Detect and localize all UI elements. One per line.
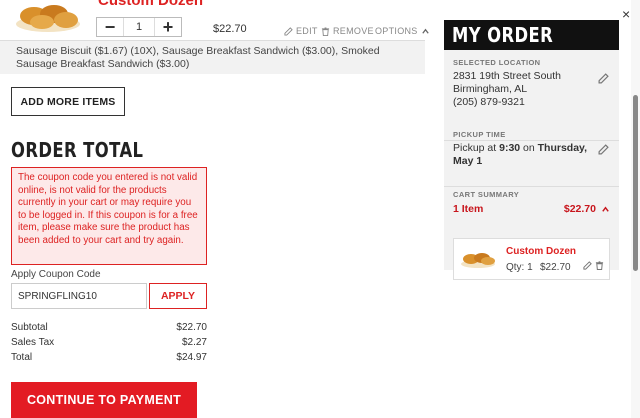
- location-phone: (205) 879-9321: [453, 96, 525, 108]
- chevron-up-icon: [421, 28, 429, 34]
- my-order-title-text: MY ORDER: [452, 23, 554, 47]
- cart-summary-toggle[interactable]: 1 Item $22.70: [453, 203, 610, 215]
- my-order-panel: MY ORDER SELECTED LOCATION 2831 19th Str…: [444, 20, 619, 280]
- cart-item-count: 1 Item: [453, 203, 484, 215]
- food-thumbnail: [461, 253, 495, 268]
- chevron-up-icon: [602, 206, 609, 212]
- coupon-error-message: The coupon code you entered is not valid…: [11, 167, 207, 265]
- sales-tax-row: Sales Tax $2.27: [11, 335, 207, 350]
- cart-summary-item: Custom Dozen Qty: 1 $22.70: [453, 238, 610, 280]
- checkout-page: Custom Dozen − 1 + $22.70 EDIT REMOVE OP…: [0, 0, 640, 418]
- pickup-time-text: Pickup at 9:30 on Thursday, May 1: [453, 142, 610, 168]
- cart-item-actions: [583, 261, 604, 270]
- total-value: $24.97: [176, 352, 207, 363]
- edit-location-pencil-icon[interactable]: [598, 73, 609, 84]
- order-total-heading: ORDER TOTAL: [11, 138, 144, 162]
- add-more-items-button[interactable]: ADD MORE ITEMS: [11, 87, 125, 116]
- my-order-title: MY ORDER: [444, 20, 619, 50]
- cart-total: $22.70: [563, 203, 596, 215]
- edit-label: EDIT: [296, 26, 318, 36]
- coupon-code-input[interactable]: [11, 283, 147, 309]
- subtotal-label: Subtotal: [11, 322, 48, 333]
- sales-tax-label: Sales Tax: [11, 337, 55, 348]
- edit-pickup-pencil-icon[interactable]: [598, 144, 609, 155]
- quantity-stepper: − 1 +: [96, 17, 182, 37]
- cart-line-item: Custom Dozen − 1 + $22.70 EDIT REMOVE OP…: [0, 0, 429, 40]
- increase-quantity-button[interactable]: +: [155, 17, 181, 37]
- item-price: $22.70: [213, 23, 247, 35]
- cart-item-name: Custom Dozen: [506, 246, 576, 257]
- pickup-prefix: Pickup at: [453, 142, 500, 154]
- pencil-icon: [284, 26, 293, 36]
- pickup-title: PICKUP TIME: [453, 130, 506, 139]
- pickup-time-section: PICKUP TIME Pickup at 9:30 on Thursday, …: [444, 130, 619, 187]
- cart-total-wrap: $22.70: [564, 203, 610, 215]
- continue-to-payment-button[interactable]: CONTINUE TO PAYMENT: [11, 382, 197, 418]
- remove-button[interactable]: REMOVE: [321, 26, 374, 36]
- sales-tax-value: $2.27: [181, 337, 207, 348]
- trash-icon: [321, 26, 330, 36]
- food-thumbnail: [16, 5, 80, 32]
- close-icon[interactable]: ×: [622, 6, 630, 22]
- scrollbar-thumb[interactable]: [633, 95, 638, 271]
- totals-list: Subtotal $22.70 Sales Tax $2.27 Total $2…: [11, 320, 207, 365]
- apply-coupon-button[interactable]: APPLY: [149, 283, 207, 309]
- item-options-details: Sausage Biscuit ($1.67) (10X), Sausage B…: [0, 40, 425, 74]
- coupon-label: Apply Coupon Code: [11, 269, 101, 280]
- cart-item-qty: Qty: 1: [506, 262, 533, 273]
- item-name: Custom Dozen: [98, 0, 203, 9]
- total-label: Total: [11, 352, 33, 363]
- total-row: Total $24.97: [11, 350, 207, 365]
- subtotal-value: $22.70: [176, 322, 207, 333]
- decrease-quantity-button[interactable]: −: [97, 17, 123, 37]
- subtotal-row: Subtotal $22.70: [11, 320, 207, 335]
- pickup-time: 9:30: [499, 142, 521, 154]
- remove-label: REMOVE: [333, 26, 374, 36]
- trash-icon[interactable]: [595, 261, 604, 270]
- selected-location-section: SELECTED LOCATION 2831 19th Street South…: [444, 58, 619, 141]
- cart-summary-title: CART SUMMARY: [453, 190, 520, 199]
- options-toggle[interactable]: OPTIONS: [375, 26, 430, 36]
- options-label: OPTIONS: [375, 26, 418, 36]
- location-title: SELECTED LOCATION: [453, 58, 541, 67]
- quantity-value[interactable]: 1: [123, 18, 155, 36]
- cart-item-price: $22.70: [540, 262, 571, 273]
- edit-pencil-icon[interactable]: [583, 261, 592, 270]
- address-line-2: Birmingham, AL: [453, 83, 528, 95]
- pickup-mid: on: [520, 142, 538, 154]
- address-line-1: 2831 19th Street South: [453, 70, 561, 82]
- cart-summary-section: CART SUMMARY 1 Item $22.70 Custom Dozen …: [444, 190, 619, 280]
- edit-button[interactable]: EDIT: [284, 26, 318, 36]
